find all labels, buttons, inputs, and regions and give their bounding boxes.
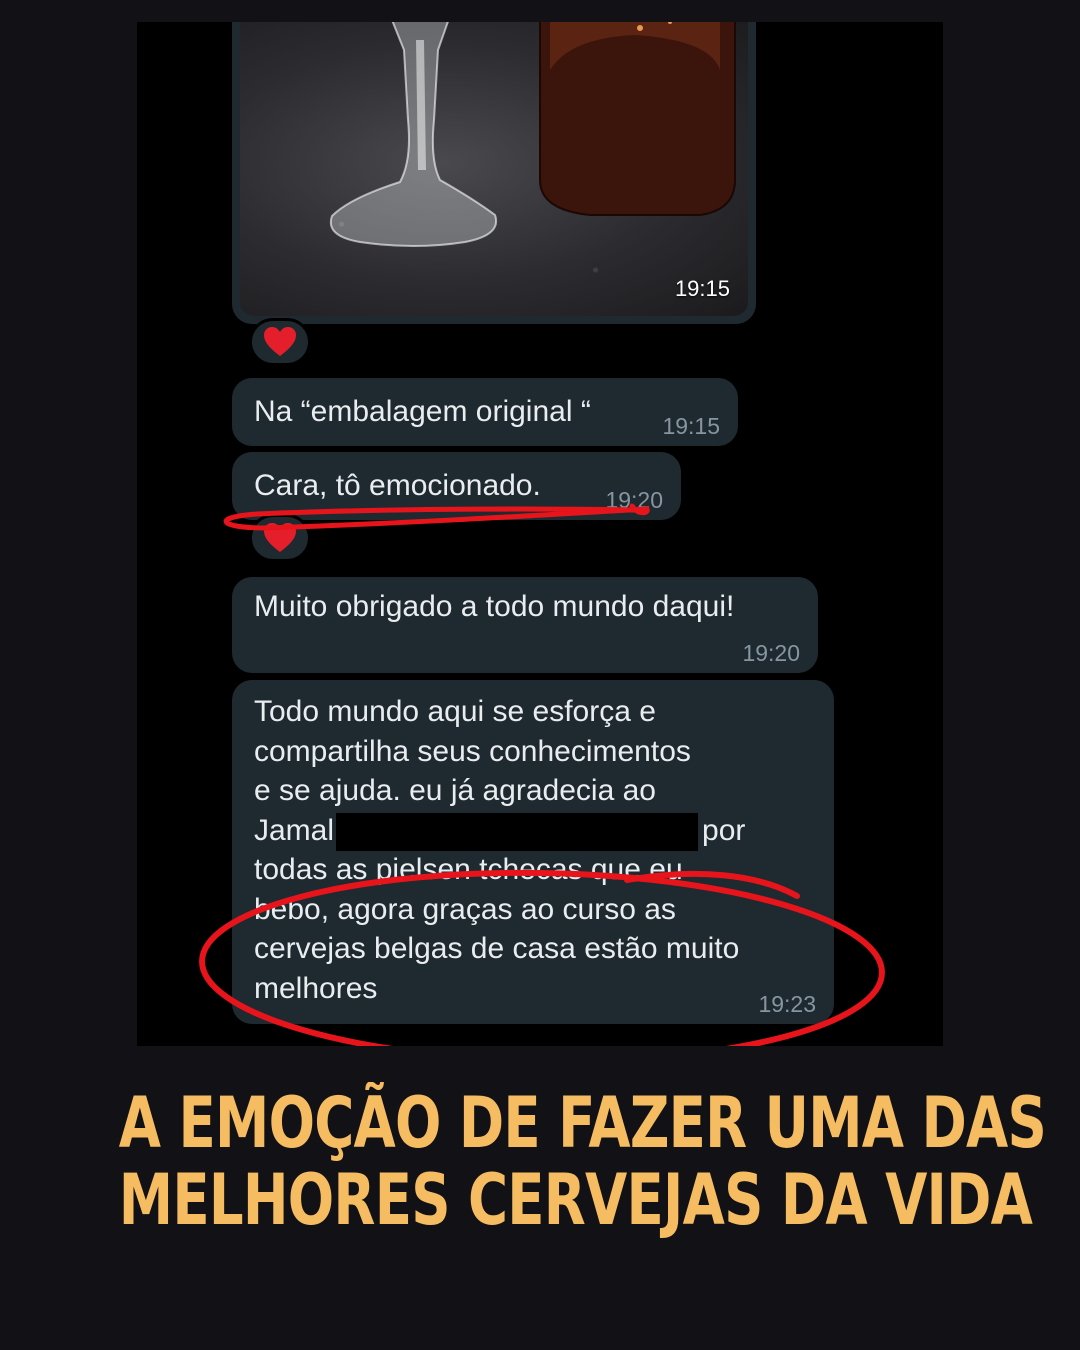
headline-line-1: A EMOÇÃO DE FAZER UMA DAS [118, 1082, 1047, 1164]
red-annotations [199, 503, 885, 1046]
chat-screenshot: 19:15 Na “embalagem original “ 19:15 Car… [137, 22, 943, 1046]
headline-line-2: MELHORES CERVEJAS DA VIDA [118, 1159, 1033, 1241]
underline-annotation [223, 503, 650, 531]
headline: A EMOÇÃO DE FAZER UMA DAS MELHORES CERVE… [118, 1082, 1047, 1241]
circle-annotation [199, 869, 885, 1046]
